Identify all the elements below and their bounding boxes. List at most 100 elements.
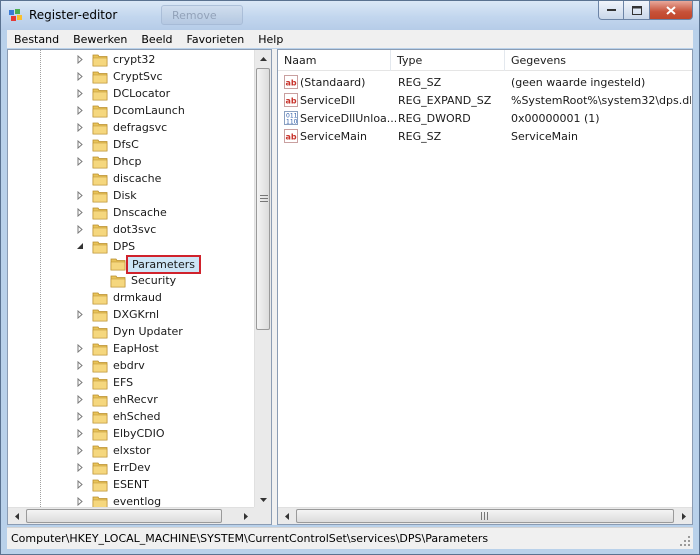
collapsed-triangle-icon[interactable] (76, 497, 85, 506)
background-window-tab: Remove (161, 5, 243, 25)
resize-grip-icon[interactable] (679, 535, 691, 547)
list-scroll-left-button[interactable] (278, 508, 295, 524)
folder-icon (92, 326, 108, 339)
menu-bestand[interactable]: Bestand (7, 33, 66, 46)
collapsed-triangle-icon[interactable] (76, 429, 85, 438)
folder-icon (92, 411, 108, 424)
scroll-left-button[interactable] (8, 508, 25, 524)
tree-node[interactable]: ESENT (8, 476, 260, 493)
list-horizontal-scrollbar[interactable] (278, 507, 692, 524)
tree-node[interactable]: DcomLaunch (8, 102, 260, 119)
column-header-gegevens[interactable]: Gegevens (505, 50, 692, 71)
svg-text:ab: ab (286, 133, 297, 142)
collapsed-triangle-icon[interactable] (76, 72, 85, 81)
tree-node[interactable]: EFS (8, 374, 260, 391)
collapsed-triangle-icon[interactable] (76, 412, 85, 421)
value-type-cell: REG_SZ (398, 76, 442, 89)
tree-node-label: crypt32 (113, 53, 156, 66)
tree-node-label: DcomLaunch (113, 104, 185, 117)
close-button[interactable] (650, 1, 693, 20)
tree-node[interactable]: dot3svc (8, 221, 260, 238)
tree-node[interactable]: CryptSvc (8, 68, 260, 85)
collapsed-triangle-icon[interactable] (76, 225, 85, 234)
tree-node[interactable]: drmkaud (8, 289, 260, 306)
tree-node[interactable]: Disk (8, 187, 260, 204)
minimize-button[interactable] (598, 1, 624, 20)
menu-bar: Bestand Bewerken Beeld Favorieten Help (7, 30, 693, 48)
title-bar[interactable]: Register-editor Remove (1, 1, 699, 30)
tree-node[interactable]: DfsC (8, 136, 260, 153)
value-row[interactable]: ab ServiceDll REG_EXPAND_SZ %SystemRoot%\sy… (278, 91, 692, 109)
svg-text:110: 110 (286, 119, 298, 126)
scroll-up-button[interactable] (255, 50, 271, 67)
collapsed-triangle-icon[interactable] (76, 106, 85, 115)
tree-node[interactable]: EapHost (8, 340, 260, 357)
collapsed-triangle-icon[interactable] (76, 361, 85, 370)
expanded-triangle-icon[interactable] (76, 242, 85, 251)
maximize-icon (631, 5, 642, 15)
scroll-down-button[interactable] (255, 491, 271, 508)
folder-icon (92, 156, 108, 169)
collapsed-triangle-icon[interactable] (76, 191, 85, 200)
collapsed-triangle-icon[interactable] (76, 310, 85, 319)
value-data-cell: 0x00000001 (1) (511, 112, 600, 125)
key-tree-pane[interactable]: crypt32 CryptSvc DCLocator DcomLaunch defrag… (7, 49, 272, 525)
collapsed-triangle-icon[interactable] (76, 55, 85, 64)
folder-icon (110, 258, 126, 271)
collapsed-triangle-icon[interactable] (76, 89, 85, 98)
tree-node[interactable]: ehRecvr (8, 391, 260, 408)
folder-icon (92, 190, 108, 203)
tree-node-label: DXGKrnl (113, 308, 160, 321)
tree-node[interactable]: Dyn Updater (8, 323, 260, 340)
tree-node[interactable]: DPS (8, 238, 260, 255)
tree-node[interactable]: discache (8, 170, 260, 187)
value-name-cell: ServiceDllUnloa... (300, 112, 396, 125)
menu-beeld[interactable]: Beeld (134, 33, 179, 46)
tree-node[interactable]: defragsvc (8, 119, 260, 136)
tree-node-label: DfsC (113, 138, 139, 151)
tree-node[interactable]: ErrDev (8, 459, 260, 476)
tree-node[interactable]: ElbyCDIO (8, 425, 260, 442)
tree-hscroll-thumb[interactable] (26, 509, 222, 523)
tree-node-label: EFS (113, 376, 134, 389)
tree-node-label: defragsvc (113, 121, 168, 134)
tree-node[interactable]: ehSched (8, 408, 260, 425)
column-header-type[interactable]: Type (391, 50, 505, 71)
tree-node-label: Dyn Updater (113, 325, 183, 338)
list-scroll-right-button[interactable] (675, 508, 692, 524)
tree-node[interactable]: ebdrv (8, 357, 260, 374)
tree-node[interactable]: elxstor (8, 442, 260, 459)
list-hscroll-thumb[interactable] (296, 509, 674, 523)
maximize-button[interactable] (624, 1, 650, 20)
values-list-pane[interactable]: Naam Type Gegevens ab (Standaard) REG_SZ (g… (277, 49, 693, 525)
collapsed-triangle-icon[interactable] (76, 480, 85, 489)
menu-favorieten[interactable]: Favorieten (180, 33, 252, 46)
tree-scroll-thumb[interactable] (256, 68, 270, 330)
collapsed-triangle-icon[interactable] (76, 446, 85, 455)
tree-node[interactable]: Parameters (8, 255, 260, 274)
tree-node[interactable]: Security (8, 272, 260, 289)
value-row[interactable]: ab (Standaard) REG_SZ (geen waarde ingestel… (278, 73, 692, 91)
collapsed-triangle-icon[interactable] (76, 378, 85, 387)
tree-vertical-scrollbar[interactable] (254, 50, 271, 508)
value-row[interactable]: ab ServiceMain REG_SZ ServiceMain (278, 127, 692, 145)
collapsed-triangle-icon[interactable] (76, 463, 85, 472)
collapsed-triangle-icon[interactable] (76, 344, 85, 353)
menu-bewerken[interactable]: Bewerken (66, 33, 134, 46)
collapsed-triangle-icon[interactable] (76, 395, 85, 404)
value-row[interactable]: 011 110 ServiceDllUnloa... REG_DWORD 0x00000… (278, 109, 692, 127)
menu-help[interactable]: Help (251, 33, 290, 46)
collapsed-triangle-icon[interactable] (76, 157, 85, 166)
tree-node-label: ESENT (113, 478, 149, 491)
tree-node[interactable]: DCLocator (8, 85, 260, 102)
collapsed-triangle-icon[interactable] (76, 140, 85, 149)
tree-node[interactable]: crypt32 (8, 51, 260, 68)
scroll-right-button[interactable] (237, 508, 254, 524)
column-header-naam[interactable]: Naam (278, 50, 391, 71)
collapsed-triangle-icon[interactable] (76, 123, 85, 132)
tree-node[interactable]: Dnscache (8, 204, 260, 221)
tree-horizontal-scrollbar[interactable] (8, 507, 254, 524)
tree-node[interactable]: DXGKrnl (8, 306, 260, 323)
collapsed-triangle-icon[interactable] (76, 208, 85, 217)
tree-node[interactable]: Dhcp (8, 153, 260, 170)
